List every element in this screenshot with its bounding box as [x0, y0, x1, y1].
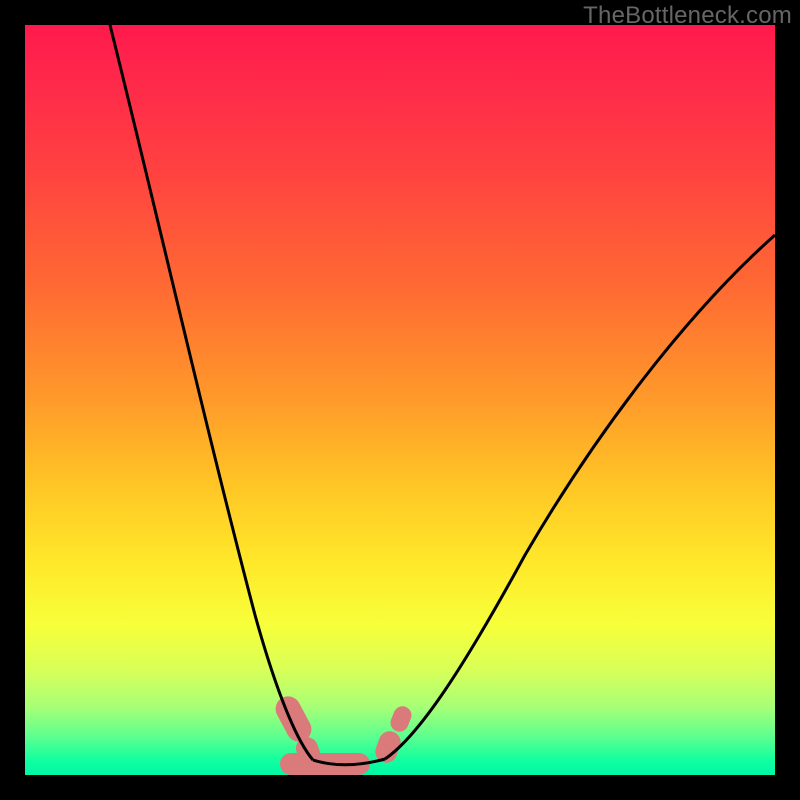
curve-valley [313, 759, 385, 765]
chart-frame: TheBottleneck.com [0, 0, 800, 800]
bottleneck-curve [25, 25, 775, 775]
plot-area [25, 25, 775, 775]
curve-right-branch [385, 235, 775, 759]
curve-left-branch [110, 25, 313, 760]
